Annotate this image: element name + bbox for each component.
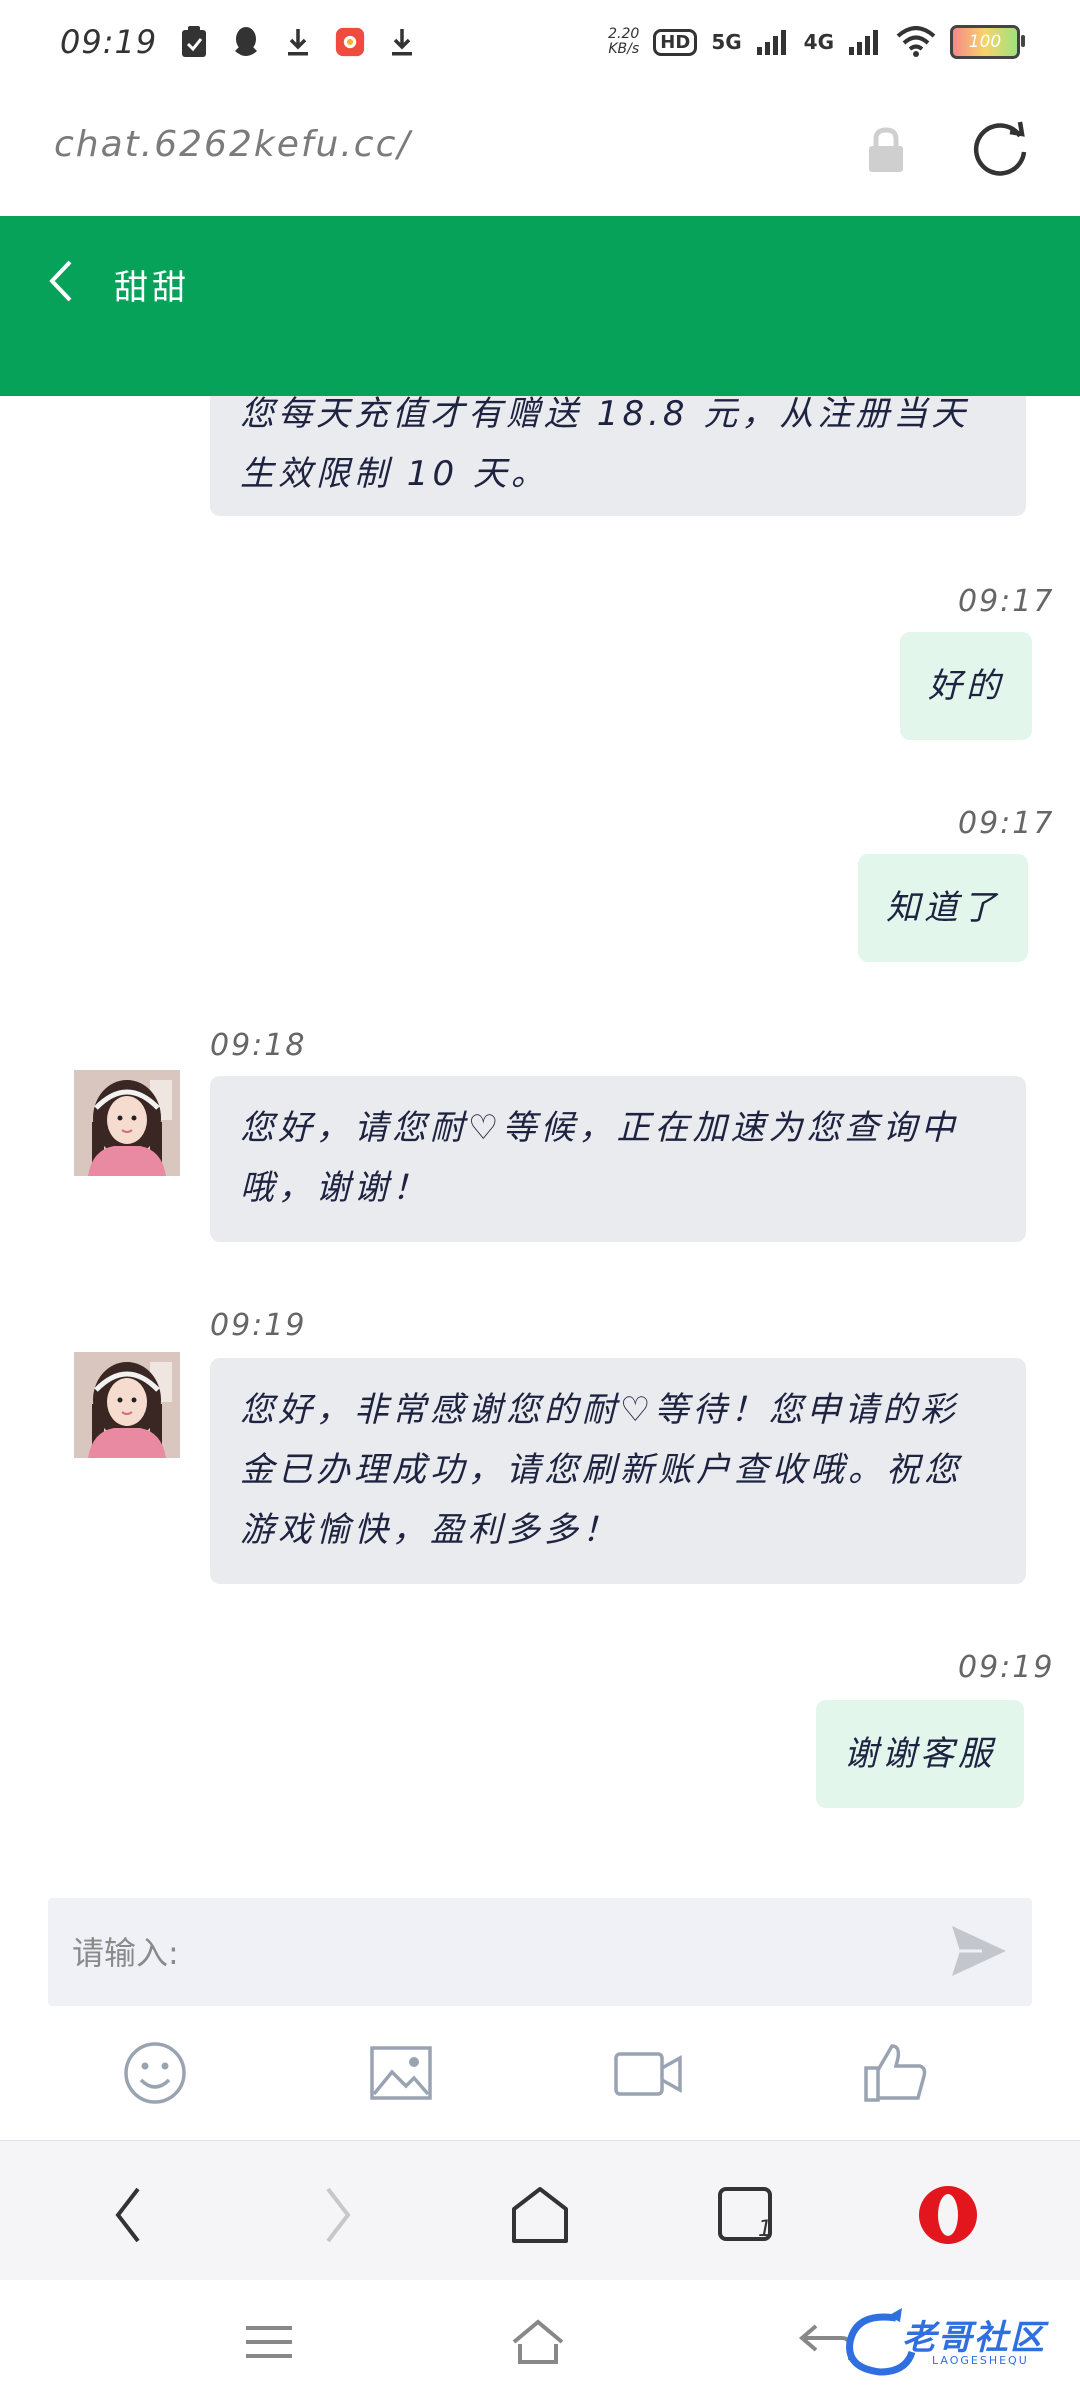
tab-count: 1 — [758, 2217, 772, 2242]
url-text[interactable]: chat.6262kefu.cc/ — [54, 124, 412, 165]
message-bubble-agent: 您好，请您耐♡等候，正在加速为您查询中哦，谢谢！ — [210, 1076, 1026, 1242]
thumbs-up-icon[interactable] — [860, 2038, 930, 2108]
battery: 100 — [950, 25, 1025, 59]
check-clipboard-icon — [182, 26, 207, 57]
send-icon[interactable] — [948, 1920, 1010, 1982]
message-list[interactable]: 您每天充值才有赠送 18.8 元，从注册当天生效限制 10 天。 09:17 好… — [0, 396, 1080, 1896]
agent-avatar — [74, 1070, 180, 1176]
agent-avatar — [74, 1352, 180, 1458]
watermark-subtext: LAOGESHEQU — [932, 2354, 1029, 2367]
message-input[interactable] — [70, 1926, 934, 1980]
page-title: 甜甜 — [114, 268, 190, 308]
network-5g: 5G — [711, 30, 742, 54]
message-time: 09:17 — [958, 806, 1055, 841]
tabs-button[interactable]: 1 — [714, 2183, 778, 2247]
status-time: 09:19 — [60, 23, 158, 61]
watermark-text: 老哥社区 — [902, 2318, 1046, 2358]
status-bar: 09:19 2.20 KB/s HD 5G 4G 100 — [0, 0, 1080, 84]
app-icon — [336, 27, 365, 57]
image-icon[interactable] — [366, 2038, 436, 2108]
watermark-logo: 老哥社区 LAOGESHEQU — [836, 2306, 1072, 2382]
video-icon[interactable] — [612, 2038, 684, 2108]
signal-icon — [849, 30, 878, 55]
download-icon — [392, 29, 413, 56]
download-icon — [288, 29, 309, 56]
browser-nav-bar: 1 — [0, 2140, 1080, 2281]
emoji-icon[interactable] — [120, 2038, 190, 2108]
signal-icon — [756, 30, 786, 55]
message-time: 09:19 — [958, 1650, 1055, 1685]
home-icon[interactable] — [508, 2183, 572, 2247]
net-speed: 2.20 KB/s — [608, 26, 640, 57]
wifi-icon — [896, 26, 936, 57]
message-bubble-me: 谢谢客服 — [816, 1700, 1024, 1808]
back-arrow-icon[interactable] — [46, 256, 76, 306]
chat-toolbar — [0, 2020, 1080, 2130]
screen: 09:19 2.20 KB/s HD 5G 4G 100 chat.6262ke… — [0, 0, 1080, 2408]
message-input-box — [48, 1898, 1032, 2006]
opera-menu-icon[interactable] — [916, 2183, 980, 2247]
browser-forward-icon[interactable] — [304, 2183, 368, 2247]
message-time: 09:18 — [210, 1028, 307, 1063]
url-bar[interactable]: chat.6262kefu.cc/ — [0, 84, 1080, 216]
message-bubble-agent: 您每天充值才有赠送 18.8 元，从注册当天生效限制 10 天。 — [210, 396, 1026, 516]
hd-badge: HD — [653, 28, 698, 56]
message-bubble-me: 知道了 — [858, 854, 1028, 962]
qq-icon — [235, 27, 258, 56]
menu-icon[interactable] — [240, 2314, 300, 2370]
system-home-icon[interactable] — [508, 2314, 568, 2370]
message-bubble-agent: 您好，非常感谢您的耐♡等待！您申请的彩金已办理成功，请您刷新账户查收哦。祝您游戏… — [210, 1358, 1026, 1584]
message-bubble-me: 好的 — [900, 632, 1032, 740]
lock-icon — [869, 127, 903, 172]
reload-icon[interactable] — [970, 118, 1030, 178]
chat-header: 甜甜 — [0, 216, 1080, 396]
message-time: 09:17 — [958, 584, 1055, 619]
message-time: 09:19 — [210, 1308, 307, 1343]
browser-back-icon[interactable] — [98, 2183, 162, 2247]
network-4g: 4G — [803, 30, 834, 54]
